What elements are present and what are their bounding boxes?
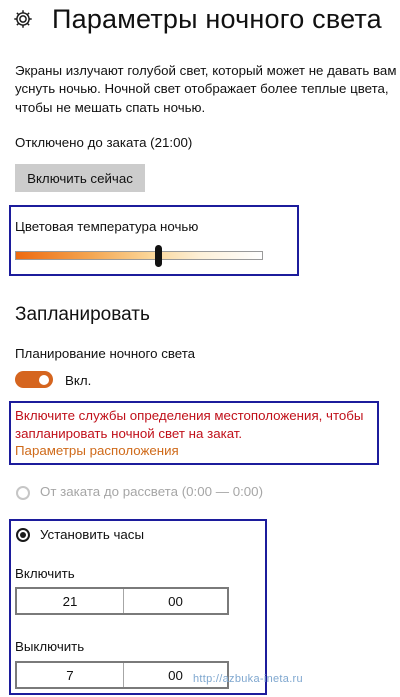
schedule-toggle-state: Вкл. — [65, 373, 92, 388]
turn-off-hours[interactable]: 7 — [17, 663, 123, 687]
color-temperature-slider-thumb[interactable] — [155, 245, 163, 267]
turn-on-minutes[interactable]: 00 — [124, 589, 227, 613]
turn-on-hours[interactable]: 21 — [17, 589, 123, 613]
location-warning-line: запланировать ночной свет на закат. — [15, 426, 243, 441]
schedule-toggle-knob — [39, 375, 49, 385]
schedule-toggle-label: Планирование ночного света — [15, 346, 196, 361]
turn-off-label: Выключить — [15, 639, 85, 654]
sunset-radio — [16, 486, 30, 500]
turn-on-time-picker[interactable]: 21 00 — [15, 587, 229, 615]
set-hours-radio[interactable] — [16, 528, 30, 542]
enable-now-button[interactable]: Включить сейчас — [15, 164, 145, 192]
set-hours-radio-label: Установить часы — [40, 527, 145, 542]
turn-on-label: Включить — [15, 566, 75, 581]
page-title: Параметры ночного света — [52, 4, 382, 34]
watermark: http://azbuka-ineta.ru — [193, 673, 303, 685]
location-warning-line: Включите службы определения местоположен… — [15, 408, 364, 423]
color-temperature-highlight — [9, 205, 299, 276]
description-line: Экраны излучают голубой свет, который мо… — [15, 63, 397, 78]
gear-icon — [14, 10, 32, 28]
sunset-radio-label: От заката до рассвета (0:00 — 0:00) — [40, 484, 263, 499]
location-settings-link[interactable]: Параметры расположения — [15, 443, 179, 458]
color-temperature-slider[interactable] — [15, 251, 263, 260]
schedule-heading: Запланировать — [15, 304, 150, 325]
color-temperature-label: Цветовая температура ночью — [15, 219, 199, 234]
description-text: Экраны излучают голубой свет, который мо… — [15, 62, 397, 117]
description-line: уснуть ночью. Ночной свет отображает бол… — [15, 81, 389, 97]
status-text: Отключено до заката (21:00) — [15, 135, 193, 150]
description-line: чтобы не мешать спать ночью. — [15, 99, 206, 115]
set-hours-radio-dot — [20, 532, 26, 538]
